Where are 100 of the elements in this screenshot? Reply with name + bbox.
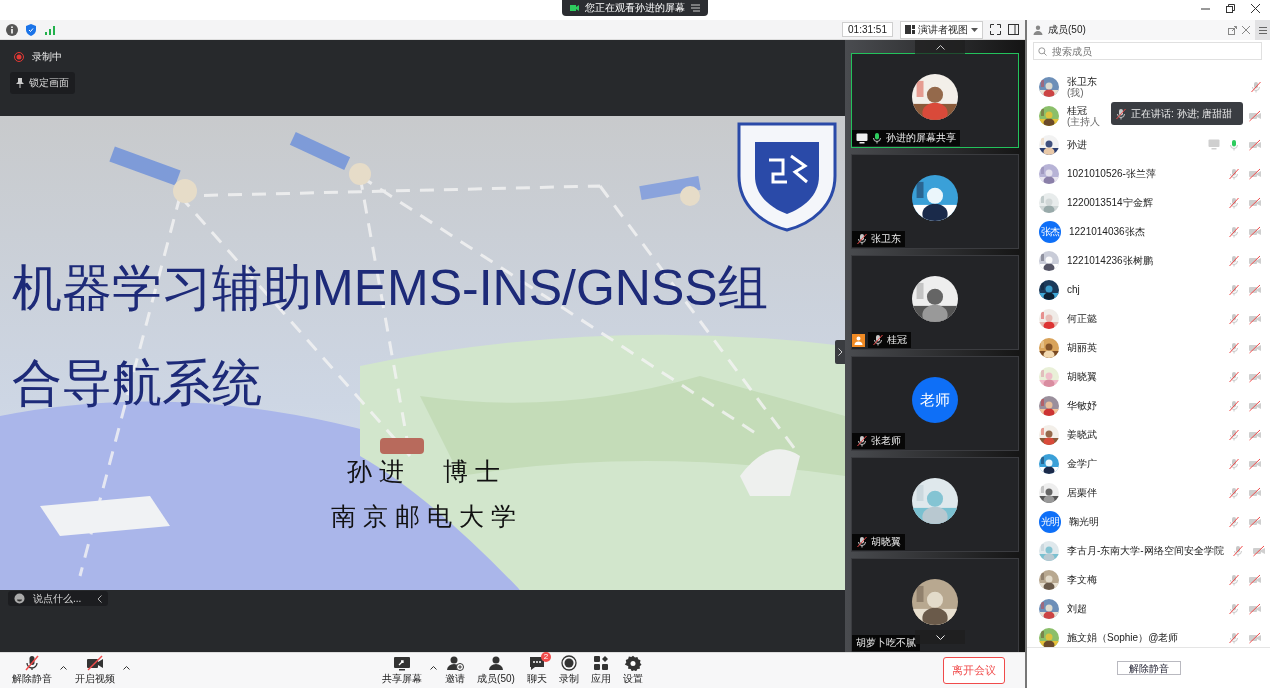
camera-icon	[570, 4, 579, 12]
info-icon[interactable]	[6, 23, 18, 36]
banner-text: 您正在观看孙进的屏幕	[585, 1, 685, 15]
member-name: chj	[1067, 284, 1080, 295]
count-badge: 2	[540, 652, 551, 662]
person-icon	[487, 655, 505, 671]
avatar: 张杰	[1039, 220, 1061, 243]
video-tile[interactable]: 孙进的屏幕共享	[851, 53, 1019, 148]
share-button[interactable]: 共享屏幕	[376, 655, 429, 686]
record-button[interactable]: 录制	[552, 655, 585, 686]
smiley-icon	[14, 593, 25, 604]
participant-name: 孙进的屏幕共享	[852, 130, 960, 146]
meeting-timer: 01:31:51	[842, 22, 893, 37]
settings-button[interactable]: 设置	[616, 655, 649, 686]
record-icon	[559, 655, 578, 671]
mic-muted-icon	[1115, 107, 1127, 120]
screen-share-icon	[393, 655, 412, 671]
recording-label: 录制中	[32, 50, 62, 64]
menu-icon[interactable]	[691, 4, 700, 12]
member-name: 胡晓翼	[1067, 371, 1097, 382]
caret-icon	[430, 666, 438, 670]
close-icon[interactable]	[1251, 4, 1260, 13]
avatar: 光明	[1039, 510, 1061, 533]
caret-icon	[60, 666, 67, 670]
chevron-left-icon[interactable]	[97, 594, 102, 603]
side-panel-icon[interactable]	[1008, 24, 1019, 35]
shield-icon[interactable]	[25, 23, 37, 36]
member-name: 孙进	[1067, 139, 1087, 150]
slide-affiliation: 南京邮电大学	[330, 501, 524, 533]
layout-icon	[905, 25, 915, 34]
slide-title: 合导航系统	[12, 354, 262, 413]
member-name: 李古月-东南大学-网络空间安全学院	[1067, 545, 1224, 556]
signal-icon[interactable]	[44, 23, 56, 36]
unmute-all-button[interactable]: 解除静音	[1116, 661, 1181, 675]
expand-handle[interactable]	[835, 340, 845, 364]
person-icon	[1033, 25, 1043, 35]
member-name: 1221014236张树鹏	[1067, 255, 1153, 266]
leave-meeting-button[interactable]: 离开会议	[943, 657, 1005, 684]
member-name: 1021010526-张兰萍	[1067, 168, 1156, 179]
popout-icon[interactable]	[1228, 25, 1237, 35]
member-name: 何正懿	[1067, 313, 1097, 324]
participant-name: 张卫东	[852, 231, 905, 247]
member-role: (我)	[1067, 86, 1085, 98]
member-name: 姜晓武	[1067, 429, 1097, 440]
add-person-icon	[446, 655, 465, 671]
apps-icon	[591, 655, 610, 671]
pin-icon	[16, 78, 24, 88]
video-tile[interactable]: 桂冠	[851, 255, 1019, 350]
video-tile[interactable]: 老师 张老师	[851, 356, 1019, 451]
chevron-down-icon	[935, 634, 945, 640]
video-tile[interactable]: 胡萝卜吃不腻	[851, 558, 1019, 652]
member-name: 张卫东	[1067, 75, 1097, 87]
camera-off-icon	[86, 655, 104, 671]
panel-title: 成员(50)	[1048, 23, 1086, 37]
speaking-text: 正在讲话: 孙进; 唐甜甜	[1131, 106, 1233, 121]
chat-icon	[527, 655, 546, 671]
chat-input[interactable]: 说点什么...	[33, 593, 89, 604]
member-name: 华敏妤	[1067, 400, 1097, 411]
member-name: 李文梅	[1067, 574, 1097, 585]
member-name: 施文娟（Sophie）@老师	[1067, 632, 1179, 643]
restore-icon[interactable]	[1226, 4, 1235, 13]
apps-button[interactable]: 应用	[584, 655, 617, 686]
caret-icon	[123, 666, 130, 670]
avatar: 老师	[912, 377, 958, 423]
settings-icon	[623, 655, 642, 671]
search-field[interactable]: 搜索成员	[1033, 42, 1262, 60]
fullscreen-icon[interactable]	[990, 24, 1001, 35]
chat-button[interactable]: 聊天 2	[520, 655, 553, 686]
member-name: 刘超	[1067, 603, 1087, 614]
members-button[interactable]: 成员(50)	[471, 655, 521, 686]
member-name: 1221014036张杰	[1069, 226, 1145, 237]
member-role: (主持人	[1067, 115, 1101, 127]
chat-field[interactable]: 说点什么...	[8, 591, 108, 606]
member-name: 1220013514宁金辉	[1067, 197, 1153, 208]
caret-icon	[971, 27, 978, 32]
view-button[interactable]: 演讲者视图	[900, 20, 983, 39]
participant-name: 胡晓翼	[852, 534, 905, 550]
participant-name: 张老师	[852, 433, 905, 449]
slide-title: 机器学习辅助MEMS-INS/GNSS组	[12, 259, 768, 318]
menu-icon	[1258, 26, 1267, 34]
participant-name: 胡萝卜吃不腻	[852, 635, 920, 651]
lock-view-button[interactable]: 锁定画面	[10, 72, 75, 94]
search-icon	[1038, 47, 1047, 56]
participant-name: 桂冠	[868, 332, 911, 348]
member-name: 桂冠	[1067, 104, 1088, 116]
member-name: 胡丽英	[1067, 342, 1097, 353]
video-tile[interactable]: 张卫东	[851, 154, 1019, 249]
video-tile[interactable]: 胡晓翼	[851, 457, 1019, 552]
member-name: 鞠光明	[1069, 516, 1099, 527]
video-off-button[interactable]: 开启视频	[69, 655, 121, 686]
invite-button[interactable]: 邀请	[439, 655, 472, 686]
member-name: 金学广	[1067, 458, 1097, 469]
menu-button[interactable]	[1255, 20, 1270, 40]
chevron-right-icon	[837, 348, 843, 356]
mic-muted-icon	[23, 655, 41, 671]
member-name: 居栗伴	[1067, 487, 1097, 498]
record-icon	[14, 52, 24, 62]
mic-muted-button[interactable]: 解除静音	[6, 655, 58, 686]
chevron-up-icon	[935, 44, 945, 50]
slide-author: 孙进 博士	[346, 456, 508, 488]
